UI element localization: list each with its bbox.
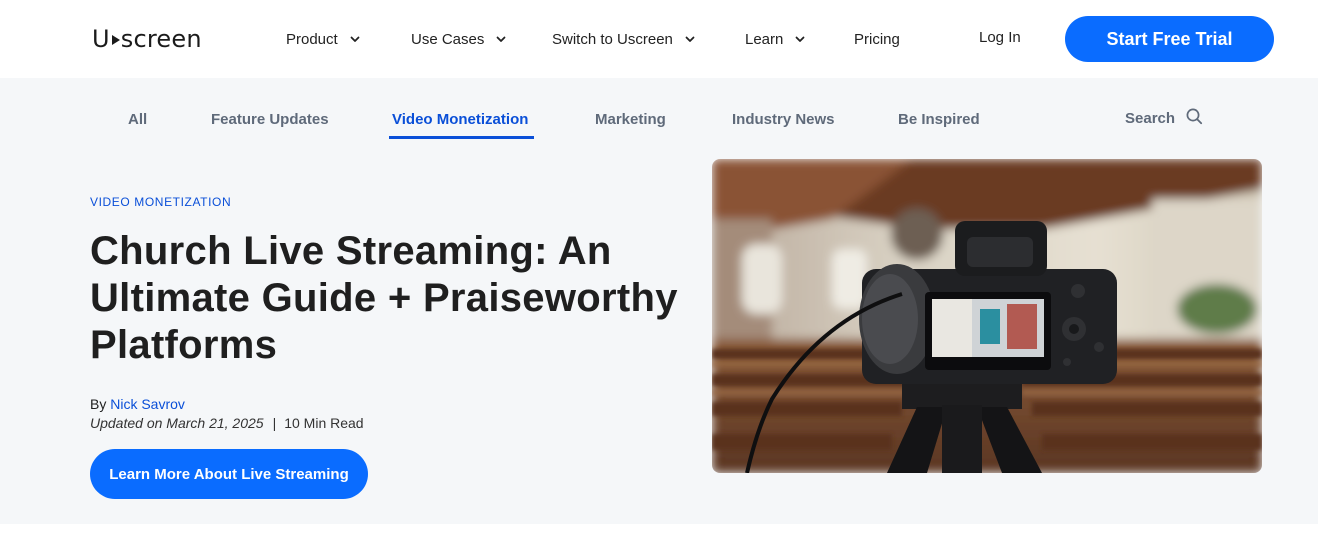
- active-tab-indicator: [389, 136, 534, 139]
- search-label: Search: [1125, 110, 1176, 127]
- nav-product[interactable]: Product: [286, 29, 361, 49]
- chevron-down-icon: [349, 33, 361, 45]
- hero-image-camera-in-church: [712, 159, 1262, 473]
- nav-use-cases-label: Use Cases: [411, 30, 485, 48]
- tab-industry-news[interactable]: Industry News: [732, 111, 835, 128]
- nav-switch-label: Switch to Uscreen: [552, 30, 673, 48]
- uscreen-logo[interactable]: U screen: [92, 24, 202, 54]
- byline-prefix: By: [90, 396, 107, 412]
- tab-feature-updates[interactable]: Feature Updates: [211, 111, 329, 128]
- nav-learn[interactable]: Learn: [745, 29, 806, 49]
- read-time: 10 Min Read: [284, 415, 364, 431]
- nav-learn-label: Learn: [745, 30, 784, 48]
- tab-be-inspired[interactable]: Be Inspired: [898, 111, 980, 128]
- article-byline: By Nick Savrov: [90, 396, 185, 412]
- meta-separator: |: [272, 415, 277, 431]
- author-link[interactable]: Nick Savrov: [110, 396, 185, 412]
- article-category[interactable]: VIDEO MONETIZATION: [90, 195, 231, 209]
- chevron-down-icon: [794, 33, 806, 45]
- top-navigation: U screen Product Use Cases Switch to Usc…: [0, 0, 1318, 78]
- logo-text: screen: [120, 25, 202, 53]
- article-title: Church Live Streaming: An Ultimate Guide…: [90, 229, 678, 367]
- blog-search[interactable]: Search: [1125, 108, 1203, 129]
- updated-date: Updated on March 21, 2025: [90, 415, 264, 431]
- nav-use-cases[interactable]: Use Cases: [411, 29, 507, 49]
- start-free-trial-button[interactable]: Start Free Trial: [1065, 16, 1274, 62]
- logo-letter: U: [92, 25, 110, 53]
- nav-product-label: Product: [286, 30, 338, 48]
- chevron-down-icon: [684, 33, 696, 45]
- nav-pricing[interactable]: Pricing: [854, 29, 900, 49]
- blog-hero: All Feature Updates Video Monetization M…: [0, 78, 1318, 524]
- login-link[interactable]: Log In: [979, 29, 1021, 46]
- tab-marketing[interactable]: Marketing: [595, 111, 666, 128]
- search-icon: [1186, 108, 1203, 129]
- nav-switch-to-uscreen[interactable]: Switch to Uscreen: [552, 29, 696, 49]
- tab-all[interactable]: All: [128, 111, 147, 128]
- learn-more-live-streaming-button[interactable]: Learn More About Live Streaming: [90, 449, 368, 499]
- play-icon: [111, 35, 120, 45]
- tab-video-monetization[interactable]: Video Monetization: [392, 111, 528, 128]
- article-meta: Updated on March 21, 2025 | 10 Min Read: [90, 415, 364, 431]
- nav-pricing-label: Pricing: [854, 30, 900, 48]
- chevron-down-icon: [495, 33, 507, 45]
